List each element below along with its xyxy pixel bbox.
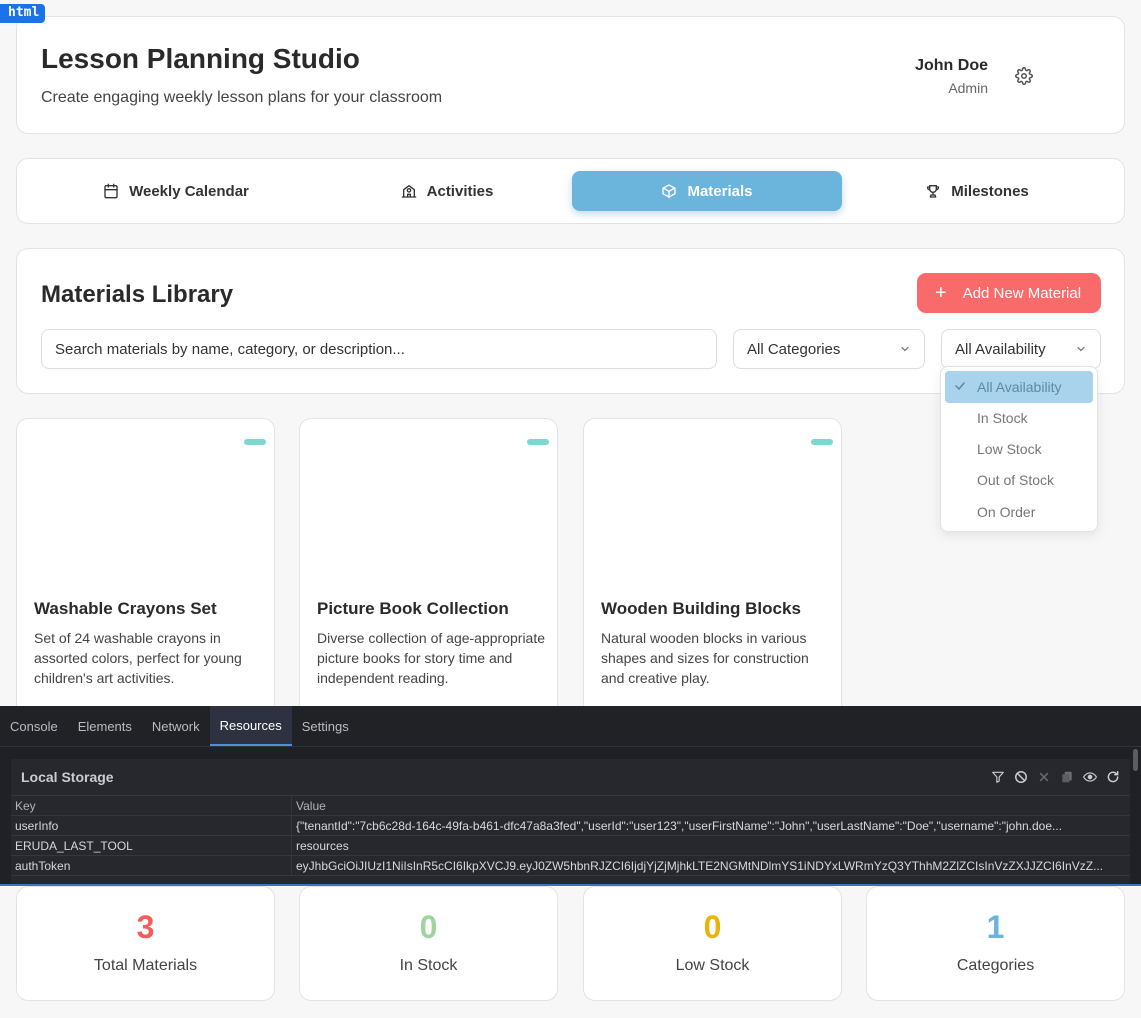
storage-key: userInfo [11, 816, 292, 835]
material-name: Picture Book Collection [317, 599, 509, 618]
stat-card-categories: 1 Categories [866, 886, 1125, 1001]
add-material-button[interactable]: + Add New Material [917, 273, 1101, 313]
html-badge: html [0, 4, 46, 23]
add-material-label: Add New Material [962, 284, 1082, 302]
devtools-resize-handle[interactable] [0, 884, 1141, 886]
stat-value: 0 [419, 909, 438, 945]
stat-value: 0 [703, 909, 722, 945]
devtools-tab-elements[interactable]: Elements [68, 706, 142, 746]
local-storage-column-headers: Key Value [11, 796, 1130, 816]
box-icon [662, 184, 677, 199]
material-card[interactable]: Picture Book Collection Diverse collecti… [299, 418, 558, 738]
category-select[interactable]: All Categories [733, 329, 925, 369]
material-description: Set of 24 washable crayons in assorted c… [34, 630, 242, 686]
availability-pill [527, 439, 549, 445]
stat-card-in-stock: 0 In Stock [299, 886, 558, 1001]
option-out-of-stock[interactable]: Out of Stock [977, 472, 1054, 488]
material-name: Wooden Building Blocks [601, 599, 801, 618]
tab-activities[interactable]: Activities [312, 171, 582, 211]
devtools-tab-settings[interactable]: Settings [292, 706, 359, 746]
devtools-tabs: Console Elements Network Resources Setti… [0, 706, 1141, 747]
section-title: Materials Library [41, 281, 234, 308]
availability-select[interactable]: All Availability [941, 329, 1101, 369]
search-input[interactable]: Search materials by name, category, or d… [41, 329, 717, 369]
stat-label: Low Stock [675, 957, 750, 974]
category-select-value: All Categories [747, 340, 841, 358]
stat-card-low-stock: 0 Low Stock [583, 886, 842, 1001]
tab-label: Materials [687, 182, 753, 200]
column-header-key: Key [11, 796, 292, 815]
local-storage-panel: Local Storage Key Value userInfo {"tenan… [11, 759, 1130, 884]
delete-icon[interactable] [1037, 770, 1051, 784]
availability-pill [244, 439, 266, 445]
storage-value: resources [296, 838, 349, 853]
material-name: Washable Crayons Set [34, 599, 217, 618]
plus-icon: + [935, 282, 947, 304]
devtools-tab-console[interactable]: Console [0, 706, 68, 746]
calendar-icon [104, 183, 118, 199]
devtools-panel: Console Elements Network Resources Setti… [0, 706, 1141, 884]
chevron-down-icon [901, 346, 909, 352]
app-header: Lesson Planning Studio Create engaging w… [16, 16, 1125, 134]
tab-label: Milestones [951, 182, 1029, 200]
devtools-scrollbar[interactable] [1133, 749, 1138, 771]
clear-icon[interactable] [1014, 770, 1028, 784]
search-placeholder: Search materials by name, category, or d… [55, 340, 405, 358]
stat-value: 1 [986, 909, 1005, 945]
refresh-icon[interactable] [1106, 770, 1120, 784]
material-description: Diverse collection of age-appropriate pi… [317, 630, 546, 686]
storage-value: eyJhbGciOiJIUzI1NiIsInR5cCI6IkpXVCJ9.eyJ… [296, 858, 1104, 873]
availability-pill [811, 439, 833, 445]
material-description: Natural wooden blocks in various shapes … [601, 630, 809, 686]
option-on-order[interactable]: On Order [977, 504, 1035, 520]
storage-value: {"tenantId":"7cb6c28d-164c-49fa-b461-dfc… [296, 818, 1063, 833]
app-title: Lesson Planning Studio [41, 43, 360, 74]
stat-label: In Stock [399, 957, 458, 974]
storage-key: ERUDA_LAST_TOOL [11, 836, 292, 855]
chevron-down-icon [1077, 346, 1085, 352]
availability-select-value: All Availability [955, 340, 1046, 358]
stat-card-total-materials: 3 Total Materials [16, 886, 275, 1001]
local-storage-row[interactable]: userInfo {"tenantId":"7cb6c28d-164c-49fa… [11, 816, 1130, 836]
eye-icon[interactable] [1083, 770, 1097, 784]
tab-milestones[interactable]: Milestones [842, 171, 1112, 211]
tab-weekly-calendar[interactable]: Weekly Calendar [41, 171, 311, 211]
stat-label: Categories [956, 957, 1035, 974]
column-header-value: Value [296, 798, 326, 813]
devtools-tab-resources[interactable]: Resources [209, 706, 292, 746]
local-storage-row[interactable]: authToken eyJhbGciOiJIUzI1NiIsInR5cCI6Ik… [11, 856, 1130, 876]
availability-dropdown: All Availability In Stock Low Stock Out … [940, 366, 1098, 532]
tab-label: Weekly Calendar [129, 182, 249, 200]
copy-icon[interactable] [1060, 770, 1074, 784]
option-label: All Availability [977, 379, 1062, 395]
trophy-icon [927, 185, 940, 198]
user-name: John Doe [915, 57, 988, 74]
option-low-stock[interactable]: Low Stock [977, 441, 1042, 457]
local-storage-row[interactable]: ERUDA_LAST_TOOL resources [11, 836, 1130, 856]
option-all-availability[interactable]: All Availability [945, 371, 1093, 403]
tab-label: Activities [426, 182, 494, 200]
stat-value: 3 [136, 909, 155, 945]
tab-materials[interactable]: Materials [572, 171, 842, 211]
main-tabs: Weekly Calendar Activities Materials Mil… [16, 158, 1125, 224]
material-card[interactable]: Wooden Building Blocks Natural wooden bl… [583, 418, 842, 738]
filter-icon[interactable] [991, 770, 1005, 784]
local-storage-header: Local Storage [11, 759, 1130, 796]
local-storage-toolbar [991, 770, 1120, 784]
devtools-tab-network[interactable]: Network [142, 706, 210, 746]
user-role: Admin [948, 80, 988, 96]
stat-label: Total Materials [93, 957, 198, 974]
option-in-stock[interactable]: In Stock [977, 410, 1028, 426]
app-subtitle: Create engaging weekly lesson plans for … [41, 89, 443, 106]
storage-key: authToken [11, 856, 292, 875]
school-icon [401, 185, 416, 198]
material-card[interactable]: Washable Crayons Set Set of 24 washable … [16, 418, 275, 738]
gear-icon[interactable] [1015, 67, 1033, 85]
check-icon [955, 382, 965, 391]
local-storage-title: Local Storage [21, 769, 114, 785]
